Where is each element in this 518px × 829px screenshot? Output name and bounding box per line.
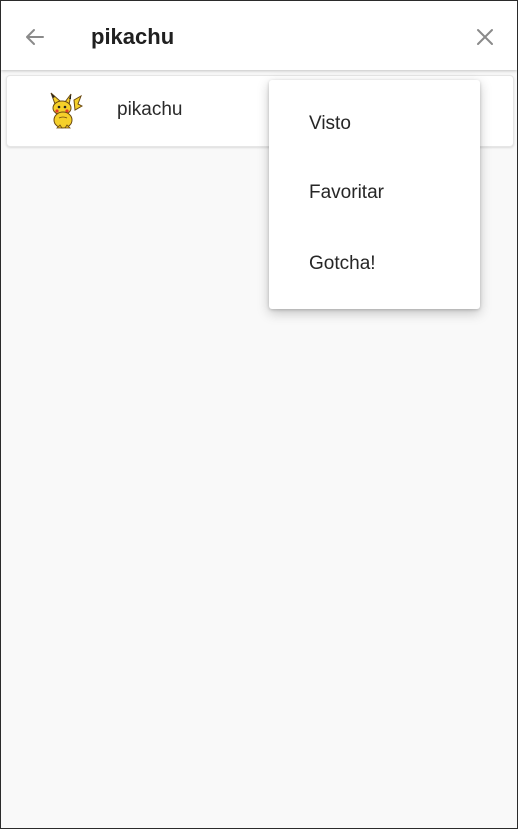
back-button[interactable]: [15, 19, 55, 55]
close-icon: [477, 29, 493, 45]
search-query-input[interactable]: pikachu: [91, 21, 174, 53]
clear-search-button[interactable]: [465, 19, 505, 55]
app-screen: pikachu pikachu Visto Favoritar Gotcha!: [0, 0, 518, 829]
arrow-left-icon: [26, 29, 44, 45]
pikachu-sprite-icon: [50, 92, 83, 129]
menu-item-favoritar[interactable]: Favoritar: [269, 160, 480, 226]
menu-item-gotcha[interactable]: Gotcha!: [269, 231, 480, 297]
pokemon-name: pikachu: [117, 99, 183, 120]
search-app-bar: pikachu: [1, 1, 517, 70]
popup-menu: Visto Favoritar Gotcha!: [269, 80, 480, 309]
menu-item-visto[interactable]: Visto: [269, 91, 480, 157]
